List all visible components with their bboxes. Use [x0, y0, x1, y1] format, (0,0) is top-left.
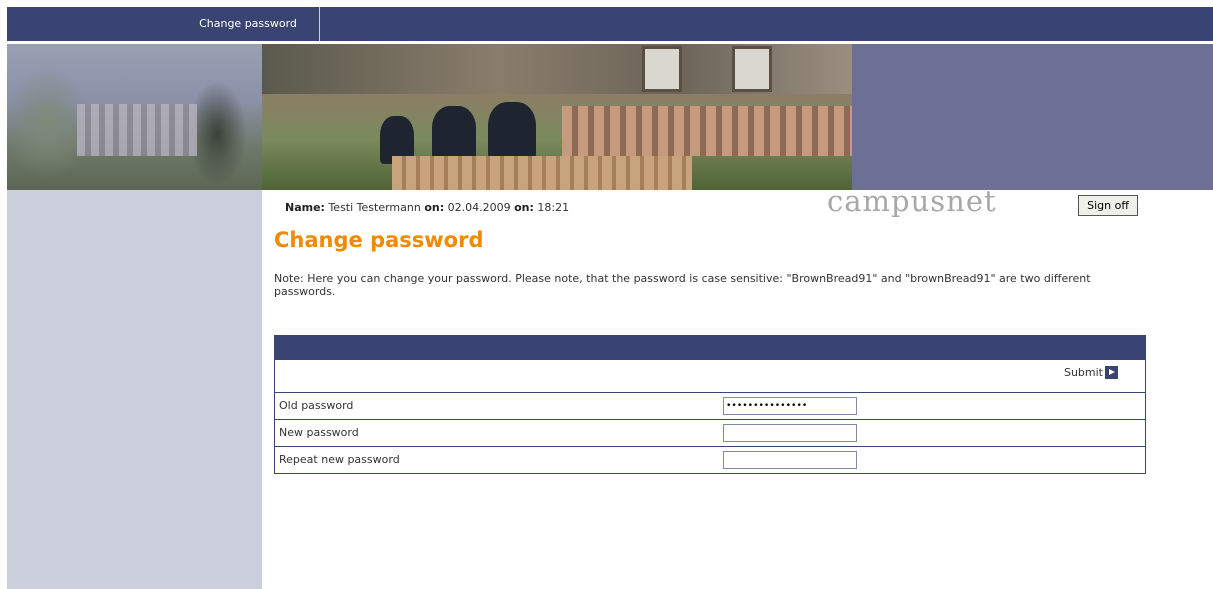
balustrade-image: [77, 104, 197, 156]
name-label: Name:: [285, 201, 325, 214]
form-row-old-password: Old password: [275, 393, 1145, 420]
time-label: on:: [514, 201, 534, 214]
banner-right-panel: [852, 44, 1213, 190]
form-header-bar: [275, 336, 1145, 360]
date-label: on:: [424, 201, 445, 214]
photo-window: [642, 46, 682, 92]
new-password-label: New password: [279, 426, 359, 439]
form-row-new-password: New password: [275, 420, 1145, 447]
banner-campus-photo: [262, 44, 852, 190]
repeat-password-field[interactable]: [723, 451, 857, 469]
top-navigation: Change password: [7, 7, 1213, 41]
user-info: Name: Testi Testermann on: 02.04.2009 on…: [285, 201, 569, 214]
old-password-field[interactable]: [723, 397, 857, 415]
old-password-label: Old password: [279, 399, 354, 412]
form-row-repeat-password: Repeat new password: [275, 447, 1145, 473]
change-password-form: Submit Old password New password Repeat …: [274, 335, 1146, 474]
page-note: Note: Here you can change your password.…: [274, 272, 1091, 298]
photo-garden-table: [392, 156, 692, 190]
photo-student: [432, 106, 476, 160]
arrow-right-icon: [1105, 366, 1118, 379]
banner-left-image: [7, 44, 262, 190]
user-name: Testi Testermann: [328, 201, 421, 214]
campusnet-logo: campusnet: [827, 184, 997, 218]
submit-label: Submit: [1063, 366, 1103, 379]
submit-button[interactable]: Submit: [1064, 366, 1118, 379]
new-password-field[interactable]: [723, 424, 857, 442]
page-title: Change password: [274, 228, 484, 252]
sign-off-button[interactable]: Sign off: [1078, 195, 1138, 216]
photo-balustrade: [562, 106, 852, 156]
photo-student: [488, 102, 536, 160]
photo-window: [732, 46, 772, 92]
left-sidebar: [7, 190, 262, 589]
submit-row: Submit: [275, 360, 1145, 393]
tab-change-password[interactable]: Change password: [177, 7, 320, 41]
login-date: 02.04.2009: [447, 201, 511, 214]
login-time: 18:21: [537, 201, 570, 214]
repeat-password-label: Repeat new password: [279, 453, 400, 466]
